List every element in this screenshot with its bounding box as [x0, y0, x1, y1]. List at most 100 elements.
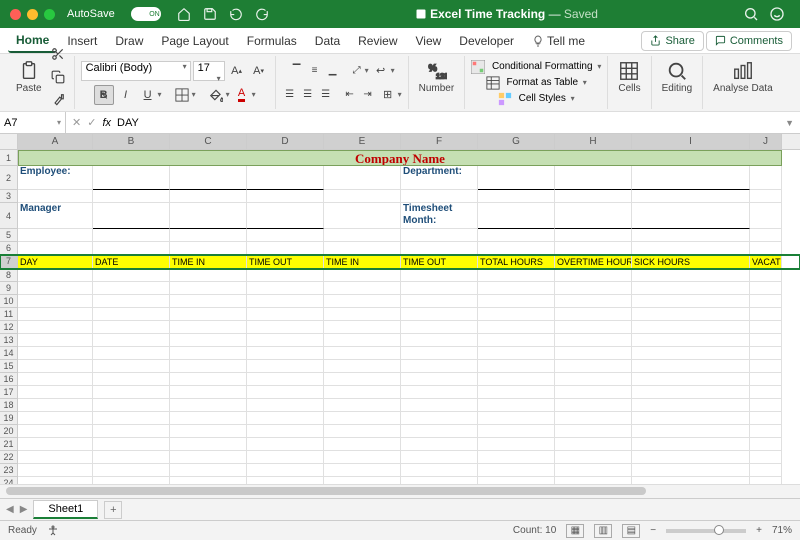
cell[interactable] — [555, 308, 632, 321]
cell[interactable] — [632, 282, 750, 295]
zoom-slider[interactable] — [666, 529, 746, 533]
cell[interactable] — [93, 334, 170, 347]
tab-draw[interactable]: Draw — [107, 30, 151, 52]
cell[interactable] — [18, 308, 93, 321]
cell[interactable] — [18, 321, 93, 334]
col-A[interactable]: A — [18, 134, 93, 149]
cell[interactable] — [93, 399, 170, 412]
cell[interactable] — [478, 425, 555, 438]
cell[interactable] — [478, 386, 555, 399]
cell[interactable] — [170, 321, 247, 334]
row-header[interactable]: 1 — [0, 150, 18, 166]
borders-button[interactable] — [172, 85, 192, 105]
cell[interactable] — [93, 464, 170, 477]
cell[interactable] — [247, 425, 324, 438]
cell[interactable] — [324, 229, 401, 242]
zoom-in-button[interactable]: + — [756, 525, 762, 536]
cell[interactable] — [555, 412, 632, 425]
row-header[interactable]: 14 — [0, 347, 18, 360]
cell[interactable] — [247, 373, 324, 386]
cell[interactable] — [750, 373, 782, 386]
cell[interactable]: DATE — [93, 255, 170, 269]
cell[interactable] — [247, 166, 324, 190]
zoom-window[interactable] — [44, 9, 55, 20]
cell[interactable] — [18, 360, 93, 373]
cell[interactable] — [632, 166, 750, 190]
cell[interactable] — [750, 477, 782, 484]
cell[interactable] — [750, 425, 782, 438]
cell[interactable] — [750, 438, 782, 451]
smiley-icon[interactable] — [769, 6, 785, 22]
cell[interactable] — [401, 190, 478, 203]
cell[interactable] — [478, 242, 555, 255]
cell[interactable] — [750, 203, 782, 229]
cell[interactable] — [247, 451, 324, 464]
cell[interactable] — [93, 295, 170, 308]
underline-button[interactable]: U — [138, 85, 158, 105]
cell[interactable] — [247, 269, 324, 282]
cell[interactable] — [324, 269, 401, 282]
row-header[interactable]: 12 — [0, 321, 18, 334]
undo-icon[interactable] — [228, 6, 244, 22]
cell[interactable] — [93, 190, 170, 203]
cell[interactable] — [555, 477, 632, 484]
cell[interactable] — [632, 425, 750, 438]
conditional-formatting-button[interactable]: Conditional Formatting ▾ — [471, 60, 601, 74]
redo-icon[interactable] — [254, 6, 270, 22]
cell[interactable] — [401, 229, 478, 242]
cell[interactable] — [93, 308, 170, 321]
tab-view[interactable]: View — [408, 30, 450, 52]
cell[interactable] — [170, 242, 247, 255]
row-15[interactable]: 15 — [0, 360, 800, 373]
cell[interactable] — [18, 282, 93, 295]
cell[interactable] — [478, 190, 555, 203]
cell[interactable] — [555, 190, 632, 203]
cell[interactable] — [555, 203, 632, 229]
cell[interactable] — [555, 347, 632, 360]
cell[interactable] — [401, 451, 478, 464]
cell[interactable] — [324, 412, 401, 425]
cell[interactable] — [247, 308, 324, 321]
copy-icon[interactable] — [48, 67, 68, 87]
row-header[interactable]: 2 — [0, 166, 18, 190]
cell[interactable]: SICK HOURS — [632, 255, 750, 269]
cell[interactable] — [632, 438, 750, 451]
sheet-tab-1[interactable]: Sheet1 — [33, 500, 98, 519]
row-11[interactable]: 11 — [0, 308, 800, 321]
cell[interactable] — [324, 321, 401, 334]
row-23[interactable]: 23 — [0, 464, 800, 477]
cell[interactable] — [478, 412, 555, 425]
cell[interactable] — [247, 229, 324, 242]
cell[interactable] — [750, 451, 782, 464]
cell[interactable] — [93, 438, 170, 451]
cell[interactable] — [750, 282, 782, 295]
cell[interactable] — [247, 464, 324, 477]
cell[interactable] — [478, 334, 555, 347]
cell[interactable] — [18, 412, 93, 425]
cell[interactable] — [18, 269, 93, 282]
row-21[interactable]: 21 — [0, 438, 800, 451]
cell[interactable] — [93, 360, 170, 373]
cell[interactable] — [18, 477, 93, 484]
cell[interactable]: TIME IN — [324, 255, 401, 269]
cell[interactable] — [247, 203, 324, 229]
cell[interactable] — [555, 464, 632, 477]
cell[interactable] — [170, 295, 247, 308]
close-window[interactable] — [10, 9, 21, 20]
cell[interactable] — [750, 229, 782, 242]
cell[interactable] — [750, 464, 782, 477]
cell[interactable] — [555, 334, 632, 347]
cell[interactable] — [324, 203, 401, 229]
font-color-button[interactable]: A — [232, 85, 252, 105]
cell[interactable] — [324, 347, 401, 360]
cell[interactable] — [93, 347, 170, 360]
cell[interactable] — [478, 321, 555, 334]
align-center-icon[interactable]: ☰ — [300, 87, 316, 103]
cell[interactable]: TIME IN — [170, 255, 247, 269]
cell[interactable] — [478, 295, 555, 308]
cell[interactable] — [401, 438, 478, 451]
autosave-toggle[interactable]: ON — [131, 7, 161, 21]
row-header[interactable]: 8 — [0, 269, 18, 282]
col-G[interactable]: G — [478, 134, 555, 149]
align-middle-icon[interactable]: ≡ — [307, 63, 323, 79]
